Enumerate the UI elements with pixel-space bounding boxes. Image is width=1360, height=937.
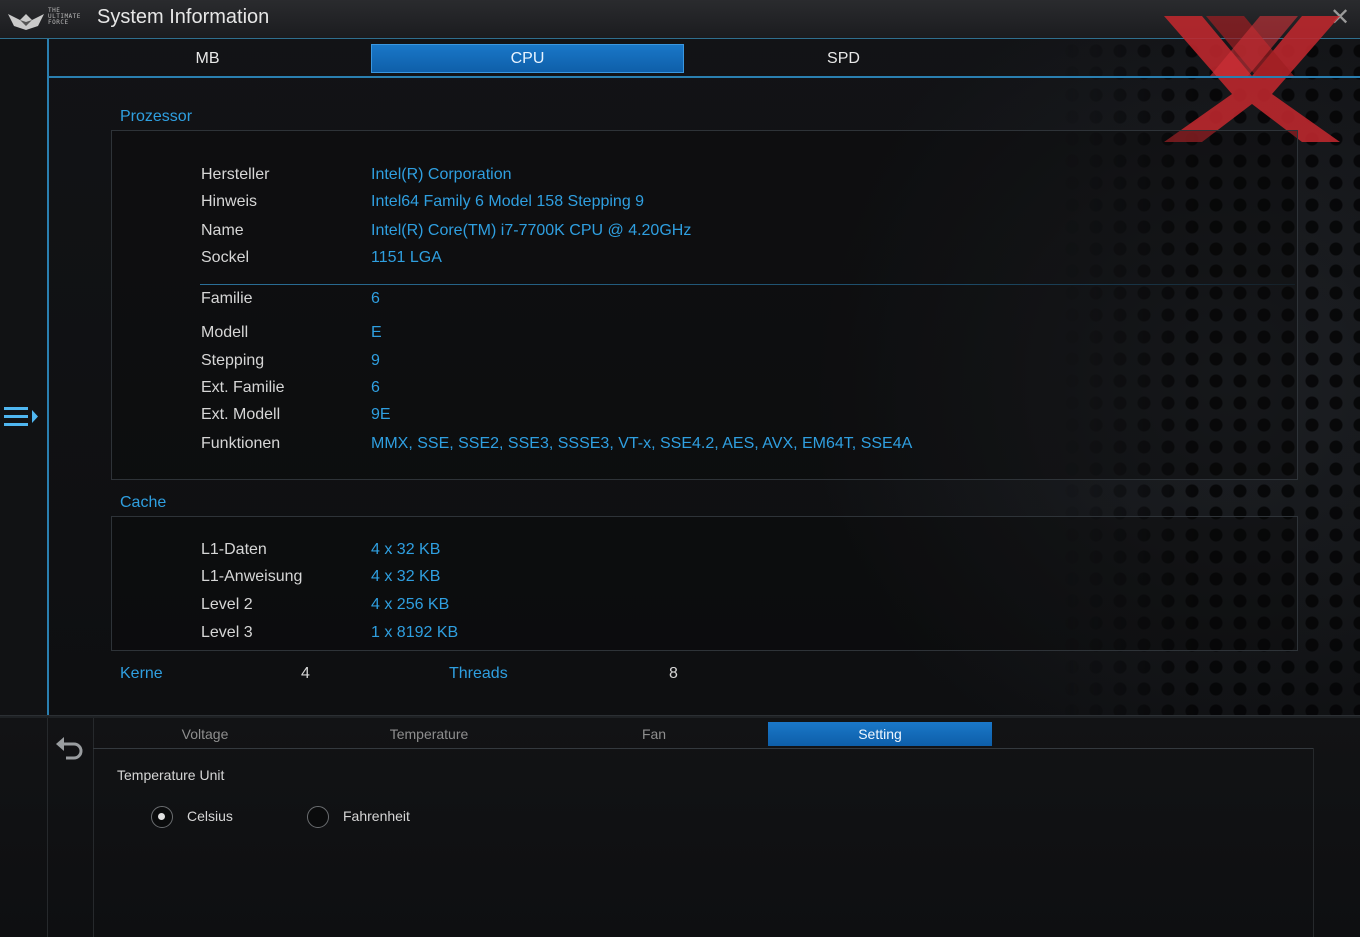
label-funktionen: Funktionen [201,435,281,452]
fahrenheit-radio[interactable] [307,806,329,828]
label-level-3: Level 3 [201,624,253,641]
label-ext-familie: Ext. Familie [201,379,285,396]
system-information-window: THE ULTIMATE FORCE System Information ✕ … [0,0,1360,937]
value-ext-familie: 6 [371,379,380,396]
logo-text: THE ULTIMATE FORCE [48,7,81,26]
label-ext-modell: Ext. Modell [201,406,281,423]
bottom-panel [0,718,1360,937]
value-l1-anweisung: 4 x 32 KB [371,568,441,585]
processor-panel [111,130,1298,480]
radio-selected-dot [158,813,165,820]
tab-fan[interactable]: Fan [542,722,766,746]
cores-label: Kerne [120,665,163,682]
bottom-right-border [1313,748,1314,937]
value-hinweis: Intel64 Family 6 Model 158 Stepping 9 [371,193,645,210]
processor-section-title: Prozessor [120,108,193,125]
cores-value: 4 [301,665,310,682]
bottom-tab-bar: Voltage Temperature Fan Setting [93,720,1313,749]
label-sockel: Sockel [201,249,250,266]
left-sidebar [0,39,49,715]
value-stepping: 9 [371,352,380,369]
value-sockel: 1151 LGA [371,249,442,266]
value-familie: 6 [371,290,380,307]
label-stepping: Stepping [201,352,265,369]
cache-section-title: Cache [120,494,167,511]
value-name: Intel(R) Core(TM) i7-7700K CPU @ 4.20GHz [371,222,692,239]
temperature-unit-label: Temperature Unit [117,767,225,783]
label-hersteller: Hersteller [201,166,270,183]
value-hersteller: Intel(R) Corporation [371,166,512,183]
tab-voltage[interactable]: Voltage [93,722,317,746]
top-tab-bar: MB CPU SPD [49,40,1360,78]
value-level-3: 1 x 8192 KB [371,624,459,641]
threads-label: Threads [449,665,508,682]
tab-spd[interactable]: SPD [687,44,1000,73]
window-title: System Information [97,6,270,28]
celsius-radio[interactable] [151,806,173,828]
label-l1-daten: L1-Daten [201,541,267,558]
tab-temperature[interactable]: Temperature [317,722,541,746]
label-level-2: Level 2 [201,596,253,613]
menu-toggle-icon[interactable] [2,399,44,435]
fahrenheit-label[interactable]: Fahrenheit [343,808,410,824]
processor-divider [200,284,1295,285]
value-funktionen: MMX, SSE, SSE2, SSE3, SSSE3, VT-x, SSE4.… [371,435,913,452]
value-ext-modell: 9E [371,406,391,423]
tab-cpu[interactable]: CPU [371,44,684,73]
label-hinweis: Hinweis [201,193,258,210]
title-bar: THE ULTIMATE FORCE System Information ✕ [0,0,1360,39]
brand-x-icon [1164,16,1340,142]
back-arrow-icon[interactable] [54,734,86,766]
label-modell: Modell [201,324,249,341]
label-familie: Familie [201,290,253,307]
threads-value: 8 [669,665,678,682]
label-l1-anweisung: L1-Anweisung [201,568,303,585]
celsius-label[interactable]: Celsius [187,808,233,824]
tab-mb[interactable]: MB [51,44,364,73]
tab-setting[interactable]: Setting [768,722,992,746]
label-name: Name [201,222,244,239]
value-modell: E [371,324,382,341]
value-level-2: 4 x 256 KB [371,596,450,613]
value-l1-daten: 4 x 32 KB [371,541,441,558]
